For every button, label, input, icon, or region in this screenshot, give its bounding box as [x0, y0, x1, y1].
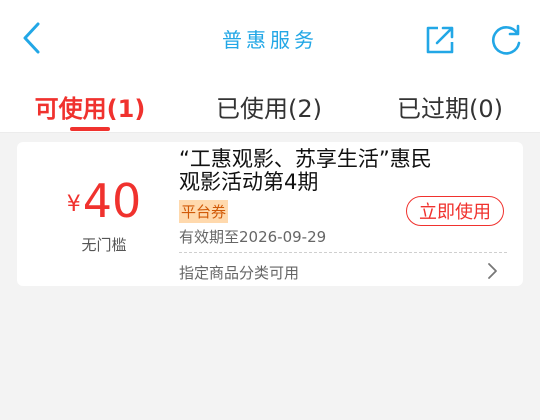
coupon-title-line2: 观影活动第4期: [179, 170, 319, 194]
share-icon: [426, 26, 454, 54]
coupon-scope[interactable]: 指定商品分类可用: [179, 262, 299, 283]
chevron-right-icon[interactable]: [483, 262, 501, 280]
coupon-card[interactable]: ¥40 无门槛 “工惠观影、苏享生活”惠民 观影活动第4期 平台券 立即使用 有…: [17, 142, 523, 286]
coupon-threshold: 无门槛: [81, 236, 127, 254]
coupon-title: “工惠观影、苏享生活”惠民 观影活动第4期: [179, 148, 509, 194]
coupon-validity: 有效期至2026-09-29: [179, 228, 327, 246]
tab-used[interactable]: 已使用(2): [199, 86, 339, 126]
coupon-type-tag: 平台券: [179, 200, 229, 223]
active-tab-indicator: [70, 127, 110, 131]
coupon-title-line1: “工惠观影、苏享生活”惠民: [179, 147, 432, 171]
use-now-button[interactable]: 立即使用: [406, 196, 504, 226]
dashed-divider: [179, 252, 507, 253]
coupon-tabs: 可使用(1) 已使用(2) 已过期(0): [0, 78, 540, 133]
coupon-value: 40: [82, 174, 142, 228]
refresh-icon: [491, 24, 521, 55]
tab-available[interactable]: 可使用(1): [20, 86, 160, 126]
refresh-button[interactable]: [484, 18, 528, 62]
currency-symbol: ¥: [66, 192, 81, 217]
share-button[interactable]: [418, 18, 462, 62]
top-bar: 普惠服务: [0, 0, 540, 78]
coupon-amount: ¥40: [49, 178, 159, 224]
tab-expired[interactable]: 已过期(0): [380, 86, 520, 126]
